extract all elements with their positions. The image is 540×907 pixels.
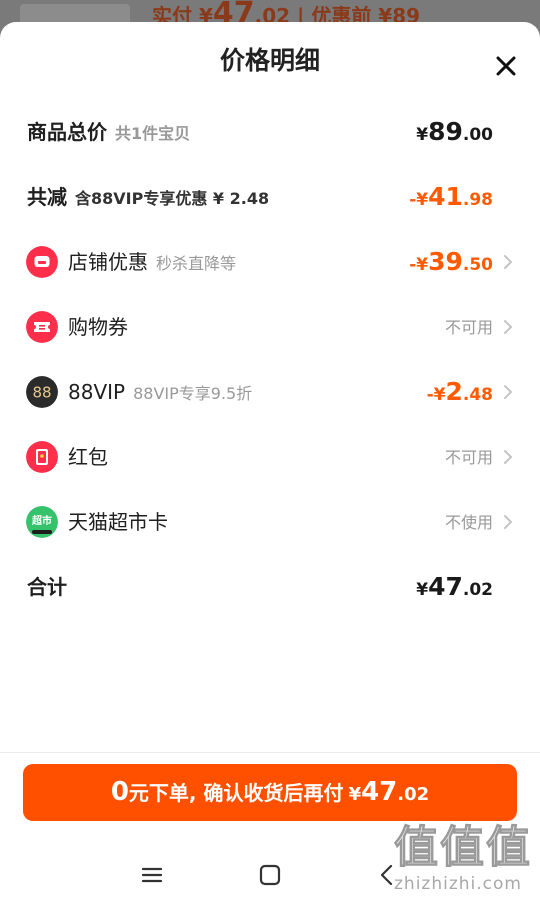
row-sublabel: 共1件宝贝 — [115, 124, 191, 143]
svg-text:超市: 超市 — [31, 514, 52, 527]
chevron-right-icon — [504, 385, 512, 399]
row-sublabel: 含88VIP专享优惠 ¥ 2.48 — [75, 189, 270, 208]
menu-icon[interactable] — [138, 861, 166, 889]
coupon-icon — [26, 311, 58, 343]
chevron-right-icon — [504, 255, 512, 269]
row-label: 购物券 — [68, 315, 128, 339]
red-packet-icon — [26, 441, 58, 473]
coupon-status: 不可用 — [444, 318, 493, 337]
row-shopping-coupon[interactable]: 购物券 不可用 — [0, 307, 540, 347]
row-label: 合计 — [27, 575, 67, 599]
chevron-right-icon — [504, 320, 512, 334]
row-label: 商品总价 — [27, 120, 107, 144]
row-label: 共减 — [27, 185, 67, 209]
row-shop-discount[interactable]: 店铺优惠 秒杀直降等 -¥39.50 — [0, 242, 540, 282]
88vip-discount-amount: -¥2.48 — [426, 377, 493, 406]
goods-total-amount: ¥89.00 — [416, 117, 493, 146]
total-discount-amount: -¥41.98 — [409, 182, 493, 211]
row-grand-total: 合计 ¥47.02 — [0, 567, 540, 607]
chevron-right-icon — [504, 450, 512, 464]
shop-icon — [26, 246, 58, 278]
row-label: 店铺优惠 — [68, 250, 148, 274]
watermark-logo: 值值值 — [394, 822, 532, 874]
row-total-discount: 共减 含88VIP专享优惠 ¥ 2.48 -¥41.98 — [0, 177, 540, 217]
row-label: 88VIP — [68, 380, 126, 404]
row-red-packet[interactable]: 红包 不可用 — [0, 437, 540, 477]
row-88vip[interactable]: 88 88VIP 88VIP专享9.5折 -¥2.48 — [0, 372, 540, 412]
supermarket-card-status: 不使用 — [444, 513, 493, 532]
watermark-url: zhizhizhi.com — [394, 874, 522, 894]
row-goods-total: 商品总价 共1件宝贝 ¥89.00 — [0, 112, 540, 152]
chevron-right-icon — [504, 515, 512, 529]
red-packet-status: 不可用 — [444, 448, 493, 467]
row-sublabel: 88VIP专享9.5折 — [133, 384, 253, 403]
sheet-title: 价格明细 — [219, 46, 320, 75]
row-tmall-supermarket-card[interactable]: 超市 天猫超市卡 不使用 — [0, 502, 540, 542]
tmall-supermarket-icon: 超市 — [26, 506, 58, 538]
svg-text:88: 88 — [32, 384, 51, 402]
confirm-order-button[interactable]: 0元下单, 确认收货后再付 ¥47.02 — [23, 764, 517, 821]
row-sublabel: 秒杀直降等 — [156, 254, 237, 273]
88vip-icon: 88 — [26, 376, 58, 408]
shop-discount-amount: -¥39.50 — [409, 247, 493, 276]
row-label: 天猫超市卡 — [68, 510, 168, 534]
home-icon[interactable] — [256, 861, 284, 889]
row-label: 红包 — [68, 445, 108, 469]
divider — [0, 752, 540, 753]
watermark: 值值值 zhizhizhi.com — [390, 822, 540, 907]
close-icon[interactable] — [492, 52, 520, 80]
grand-total-amount: ¥47.02 — [416, 572, 493, 601]
